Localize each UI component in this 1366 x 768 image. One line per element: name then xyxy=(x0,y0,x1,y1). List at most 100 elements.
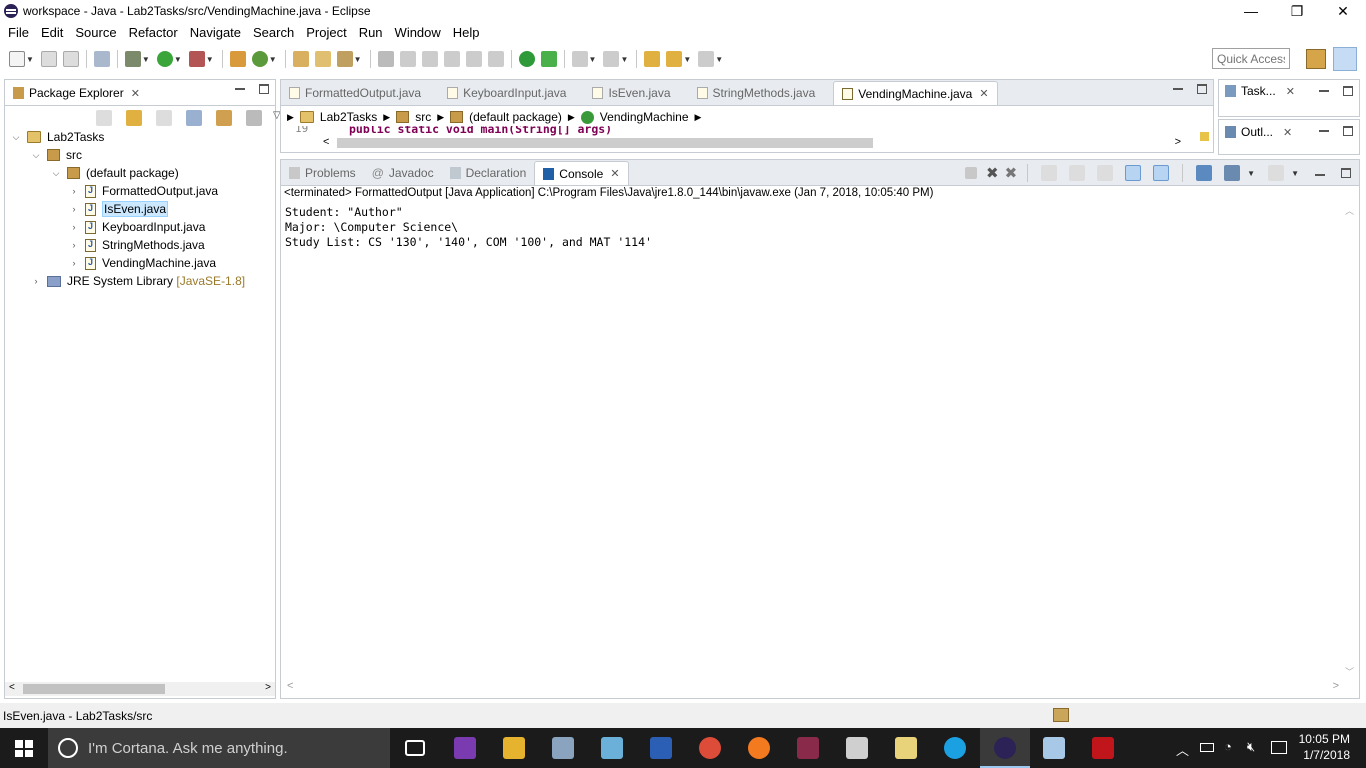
word-icon[interactable] xyxy=(650,737,672,759)
horizontal-scrollbar[interactable]: < > xyxy=(5,682,275,696)
menu-source[interactable]: Source xyxy=(69,25,122,40)
chevron-down-icon[interactable]: ▼ xyxy=(354,55,362,64)
quick-access-input[interactable] xyxy=(1212,48,1290,69)
chevron-down-icon[interactable]: ▼ xyxy=(1247,169,1255,178)
file-explorer-icon[interactable] xyxy=(503,737,525,759)
console-horizontal-scrollbar[interactable]: < > xyxy=(285,680,1341,694)
chrome-icon[interactable] xyxy=(699,737,721,759)
menu-navigate[interactable]: Navigate xyxy=(184,25,247,40)
tab-console[interactable]: Console ✕ xyxy=(534,161,629,185)
close-icon[interactable]: ✕ xyxy=(1286,85,1295,98)
chevron-right-icon[interactable]: › xyxy=(69,258,79,268)
chevron-right-icon[interactable]: › xyxy=(69,204,79,214)
taskbar-clock[interactable]: 10:05 PM 1/7/2018 xyxy=(1299,731,1350,763)
scroll-thumb[interactable] xyxy=(23,684,165,694)
minimize-icon[interactable] xyxy=(1319,126,1329,132)
maximize-icon[interactable] xyxy=(1343,126,1353,136)
pilcrow-icon[interactable] xyxy=(487,51,504,67)
tree-file[interactable]: › IsEven.java xyxy=(69,200,169,218)
chevron-down-icon[interactable]: ▼ xyxy=(589,55,597,64)
chevron-right-icon[interactable]: ▶ xyxy=(568,112,575,123)
next-annotation-icon[interactable] xyxy=(571,51,588,67)
skype-icon[interactable] xyxy=(944,737,966,759)
new-java-project-icon[interactable] xyxy=(229,51,246,67)
chevron-right-icon[interactable]: › xyxy=(69,240,79,250)
open-type-icon[interactable] xyxy=(292,51,309,67)
pin-console-icon[interactable] xyxy=(1196,165,1213,181)
battery-icon[interactable] xyxy=(1200,743,1214,752)
open-task-icon[interactable] xyxy=(314,51,331,67)
volume-icon[interactable]: 🔇︎ xyxy=(1247,739,1255,755)
tree-src[interactable]: ⌵ src xyxy=(31,146,82,164)
tab-task-list[interactable]: Task... ✕ xyxy=(1225,84,1295,98)
word-wrap-icon[interactable] xyxy=(443,51,460,67)
chevron-down-icon[interactable]: ▼ xyxy=(269,55,277,64)
bug-icon[interactable] xyxy=(518,51,535,67)
scroll-lock-icon[interactable] xyxy=(1069,165,1086,181)
save-icon[interactable] xyxy=(40,51,57,67)
link-with-editor-icon[interactable] xyxy=(216,110,232,126)
menu-run[interactable]: Run xyxy=(353,25,389,40)
chevron-right-icon[interactable]: ▶ xyxy=(437,112,444,123)
chevron-down-icon[interactable]: ⌵ xyxy=(31,150,41,161)
scroll-right-icon[interactable]: > xyxy=(265,682,271,693)
editor-tab[interactable]: KeyboardInput.java xyxy=(439,81,574,105)
menu-file[interactable]: File xyxy=(2,25,35,40)
open-console-icon[interactable] xyxy=(1268,165,1285,181)
skip-breakpoints-icon[interactable] xyxy=(93,51,110,67)
chevron-down-icon[interactable]: ▼ xyxy=(26,55,34,64)
menu-edit[interactable]: Edit xyxy=(35,25,69,40)
chevron-down-icon[interactable]: ▼ xyxy=(142,55,150,64)
windows-start-icon[interactable] xyxy=(15,740,33,757)
acrobat-icon[interactable] xyxy=(1092,737,1114,759)
scroll-thumb[interactable] xyxy=(337,138,873,148)
chevron-down-icon[interactable]: ▼ xyxy=(174,55,182,64)
onenote-icon[interactable] xyxy=(454,737,476,759)
cortana-search-box[interactable]: I'm Cortana. Ask me anything. xyxy=(48,728,390,768)
save-all-icon[interactable] xyxy=(62,51,79,67)
breadcrumb-item[interactable]: src xyxy=(415,110,431,124)
back-icon[interactable] xyxy=(96,110,112,126)
maximize-icon[interactable] xyxy=(1197,84,1207,94)
previous-annotation-icon[interactable] xyxy=(603,51,620,67)
terminal-icon[interactable] xyxy=(540,51,557,67)
forward-icon[interactable] xyxy=(126,110,142,126)
editor-tab[interactable]: StringMethods.java xyxy=(689,81,824,105)
scroll-left-icon[interactable]: < xyxy=(287,680,293,692)
sticky-notes-icon[interactable] xyxy=(895,737,917,759)
forward-arrow-icon[interactable] xyxy=(698,51,715,67)
chevron-up-icon[interactable]: ︿ xyxy=(1176,740,1189,759)
minimize-icon[interactable] xyxy=(235,84,245,90)
tree-project[interactable]: ⌵ Lab2Tasks xyxy=(11,128,105,146)
notifications-icon[interactable] xyxy=(1271,741,1287,754)
show-whitespace-icon[interactable] xyxy=(465,51,482,67)
menu-window[interactable]: Window xyxy=(389,25,447,40)
minimize-icon[interactable] xyxy=(1319,86,1329,92)
chevron-right-icon[interactable]: ▶ xyxy=(287,112,294,123)
scroll-down-icon[interactable]: ﹀ xyxy=(1345,665,1354,678)
display-console-icon[interactable] xyxy=(1224,165,1241,181)
notepad-icon[interactable] xyxy=(601,737,623,759)
new-icon[interactable] xyxy=(9,51,25,67)
editor-tab-active[interactable]: VendingMachine.java ✕ xyxy=(833,81,998,105)
minimize-button[interactable]: — xyxy=(1228,0,1274,22)
new-class-icon[interactable] xyxy=(251,51,268,67)
code-area[interactable]: 19 public static void main(String[] args… xyxy=(281,126,1211,136)
clear-console-icon[interactable] xyxy=(1041,165,1058,181)
task-view-icon[interactable] xyxy=(405,740,425,756)
java-perspective-icon[interactable] xyxy=(1333,47,1357,71)
breadcrumb-item[interactable]: VendingMachine xyxy=(600,110,689,124)
last-edit-location-icon[interactable] xyxy=(644,51,661,67)
chevron-down-icon[interactable]: ▼ xyxy=(206,55,214,64)
tab-package-explorer[interactable]: Package Explorer ✕ xyxy=(5,81,148,105)
remove-launch-icon[interactable]: ✖ xyxy=(986,164,999,182)
close-icon[interactable]: ✕ xyxy=(131,87,140,100)
chevron-right-icon[interactable]: › xyxy=(69,186,79,196)
chevron-down-icon[interactable]: ▼ xyxy=(1291,169,1299,178)
minimize-icon[interactable] xyxy=(1173,84,1183,90)
menu-help[interactable]: Help xyxy=(447,25,486,40)
editor-tab[interactable]: FormattedOutput.java xyxy=(281,81,429,105)
chevron-right-icon[interactable]: ▶ xyxy=(695,112,702,123)
close-icon[interactable]: ✕ xyxy=(1283,126,1292,139)
chevron-right-icon[interactable]: › xyxy=(31,276,41,286)
